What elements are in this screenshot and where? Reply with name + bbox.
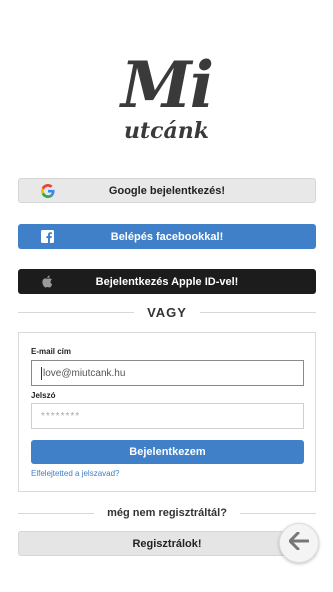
- email-label: E-mail cím: [31, 347, 72, 356]
- facebook-login-button[interactable]: Belépés facebookkal!: [18, 224, 316, 249]
- facebook-icon: [39, 228, 55, 244]
- google-login-button[interactable]: Google bejelentkezés!: [18, 178, 316, 203]
- text-caret: [41, 366, 42, 380]
- divider-line-left: [18, 311, 135, 313]
- facebook-login-label: Belépés facebookkal!: [110, 230, 224, 243]
- app-logo: Mi utcánk: [0, 48, 333, 150]
- divider-line-right: [239, 512, 317, 514]
- or-divider-text: VAGY: [147, 304, 187, 320]
- divider-line-right: [199, 311, 317, 313]
- google-icon: [40, 183, 56, 199]
- forgot-password-link[interactable]: Elfelejtetted a jelszavad?: [31, 469, 120, 478]
- password-placeholder: ********: [41, 410, 81, 422]
- login-button-label: Bejelentkezem: [129, 446, 206, 458]
- apple-login-button[interactable]: Bejelentkezés Apple ID-vel!: [18, 269, 316, 294]
- logo-title: Mi: [120, 48, 214, 123]
- email-field[interactable]: love@miutcank.hu: [31, 360, 304, 386]
- logo-subtitle: utcánk: [123, 118, 210, 144]
- email-value: love@miutcank.hu: [43, 367, 126, 379]
- back-button[interactable]: [279, 523, 319, 563]
- password-label: Jelszó: [31, 391, 56, 400]
- google-login-label: Google bejelentkezés!: [108, 184, 226, 197]
- divider-line-left: [18, 512, 95, 514]
- register-prompt: még nem regisztráltál?: [107, 507, 227, 519]
- register-button[interactable]: Regisztrálok!: [18, 531, 316, 556]
- register-divider: még nem regisztráltál?: [18, 505, 317, 521]
- login-button[interactable]: Bejelentkezem: [31, 440, 304, 464]
- apple-icon: [39, 273, 55, 289]
- password-field[interactable]: ********: [31, 403, 304, 429]
- register-button-label: Regisztrálok!: [132, 537, 202, 550]
- login-form-panel: E-mail cím love@miutcank.hu Jelszó *****…: [18, 332, 316, 492]
- apple-login-label: Bejelentkezés Apple ID-vel!: [95, 275, 239, 288]
- or-divider: VAGY: [18, 304, 317, 320]
- back-arrow-icon: [288, 531, 310, 555]
